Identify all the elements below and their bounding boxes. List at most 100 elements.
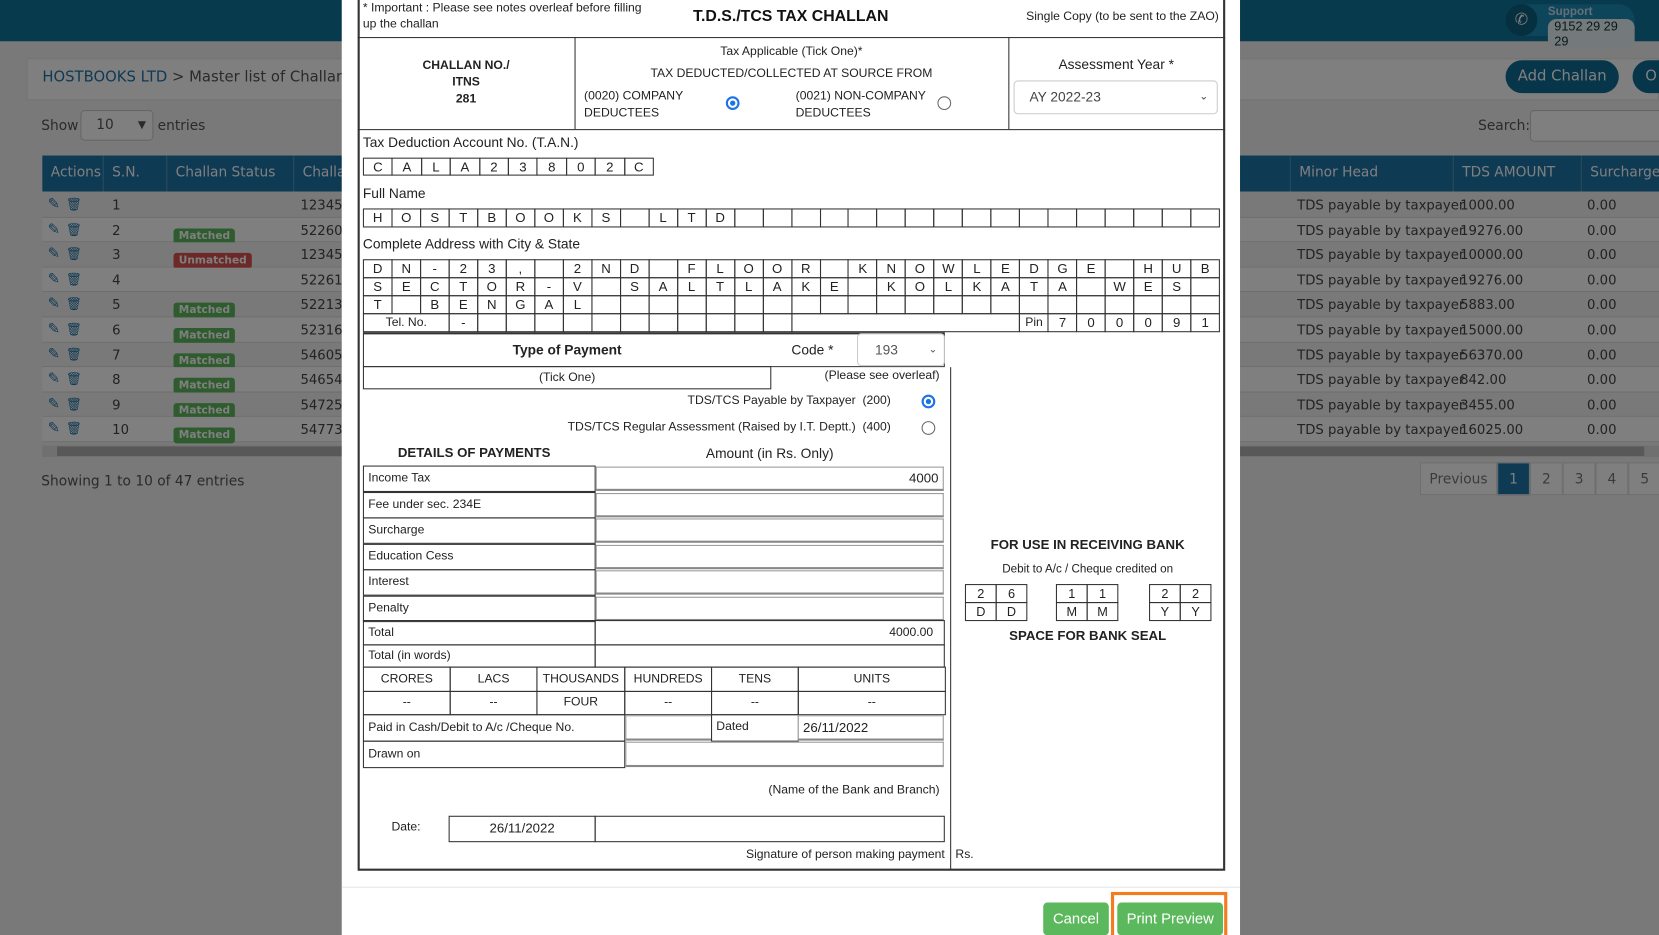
address-char-box[interactable]: [790, 295, 821, 315]
address-char-box[interactable]: O: [762, 259, 792, 279]
name-char-box[interactable]: [876, 208, 907, 228]
tan-char-box[interactable]: 0: [565, 157, 596, 176]
address-char-box[interactable]: A: [990, 277, 1021, 297]
address-char-box[interactable]: N: [591, 259, 621, 279]
cheque-number-input[interactable]: [625, 715, 713, 741]
address-char-box[interactable]: [819, 295, 850, 315]
name-char-box[interactable]: [762, 208, 792, 228]
drawn-on-input[interactable]: [625, 741, 944, 768]
tan-char-box[interactable]: C: [623, 157, 654, 176]
name-char-box[interactable]: [1076, 208, 1106, 228]
tel-box[interactable]: [648, 313, 678, 333]
name-char-box[interactable]: [619, 208, 650, 228]
tel-box[interactable]: [733, 313, 764, 333]
address-char-box[interactable]: E: [1133, 277, 1163, 297]
detail-amount-input[interactable]: [595, 596, 944, 621]
name-char-box[interactable]: L: [648, 208, 678, 228]
tan-char-box[interactable]: 8: [536, 157, 567, 176]
pin-box[interactable]: 7: [1047, 313, 1078, 333]
name-char-box[interactable]: [933, 208, 964, 228]
address-char-box[interactable]: L: [962, 259, 992, 279]
tan-char-box[interactable]: 2: [594, 157, 625, 176]
address-char-box[interactable]: S: [362, 277, 393, 297]
address-char-box[interactable]: K: [790, 277, 821, 297]
address-char-box[interactable]: N: [391, 259, 422, 279]
address-char-box[interactable]: E: [448, 295, 479, 315]
address-char-box[interactable]: 3: [477, 259, 507, 279]
address-char-box[interactable]: K: [876, 277, 907, 297]
address-char-box[interactable]: E: [819, 277, 850, 297]
address-char-box[interactable]: 2: [448, 259, 479, 279]
address-char-box[interactable]: -: [534, 277, 564, 297]
address-char-box[interactable]: D: [619, 259, 650, 279]
name-char-box[interactable]: [1047, 208, 1078, 228]
address-char-box[interactable]: [1190, 277, 1221, 297]
address-char-box[interactable]: [1190, 295, 1221, 315]
address-char-box[interactable]: W: [1104, 277, 1135, 297]
address-char-box[interactable]: [1047, 295, 1078, 315]
tel-box[interactable]: [705, 313, 735, 333]
tel-box[interactable]: [619, 313, 650, 333]
name-char-box[interactable]: T: [676, 208, 707, 228]
address-char-box[interactable]: L: [676, 277, 707, 297]
tan-char-box[interactable]: C: [362, 157, 393, 176]
address-char-box[interactable]: N: [477, 295, 507, 315]
dated-input[interactable]: 26/11/2022: [797, 715, 944, 741]
detail-amount-input[interactable]: 4000: [595, 466, 944, 491]
signature-box[interactable]: [594, 815, 945, 843]
address-char-box[interactable]: [1076, 295, 1106, 315]
address-char-box[interactable]: A: [1047, 277, 1078, 297]
name-char-box[interactable]: S: [419, 208, 450, 228]
name-char-box[interactable]: [1019, 208, 1049, 228]
name-char-box[interactable]: T: [448, 208, 479, 228]
address-char-box[interactable]: G: [1047, 259, 1078, 279]
address-char-box[interactable]: [933, 295, 964, 315]
address-char-box[interactable]: A: [762, 277, 792, 297]
address-char-box[interactable]: R: [790, 259, 821, 279]
date-value[interactable]: 26/11/2022: [448, 815, 596, 843]
tel-box[interactable]: -: [448, 313, 479, 333]
non-company-deductees-radio[interactable]: [937, 96, 952, 111]
detail-amount-input[interactable]: [595, 544, 944, 569]
address-char-box[interactable]: L: [933, 277, 964, 297]
address-char-box[interactable]: [534, 259, 564, 279]
address-char-box[interactable]: [762, 295, 792, 315]
name-char-box[interactable]: [848, 208, 878, 228]
pin-box[interactable]: 0: [1076, 313, 1106, 333]
assessment-year-select[interactable]: AY 2022-23 ⌄: [1013, 80, 1218, 115]
address-char-box[interactable]: [676, 295, 707, 315]
address-char-box[interactable]: [733, 295, 764, 315]
address-char-box[interactable]: [962, 295, 992, 315]
name-char-box[interactable]: [1161, 208, 1192, 228]
address-char-box[interactable]: [1019, 295, 1049, 315]
address-char-box[interactable]: O: [905, 277, 935, 297]
address-char-box[interactable]: O: [733, 259, 764, 279]
name-char-box[interactable]: B: [477, 208, 507, 228]
address-char-box[interactable]: N: [876, 259, 907, 279]
address-char-box[interactable]: D: [362, 259, 393, 279]
name-char-box[interactable]: O: [534, 208, 564, 228]
address-char-box[interactable]: 2: [562, 259, 593, 279]
address-char-box[interactable]: [648, 259, 678, 279]
pin-box[interactable]: 9: [1161, 313, 1192, 333]
address-char-box[interactable]: L: [562, 295, 593, 315]
address-char-box[interactable]: C: [419, 277, 450, 297]
tel-box[interactable]: [477, 313, 507, 333]
address-char-box[interactable]: S: [619, 277, 650, 297]
address-char-box[interactable]: K: [848, 259, 878, 279]
detail-amount-input[interactable]: [595, 518, 944, 543]
tan-char-box[interactable]: 2: [478, 157, 509, 176]
address-char-box[interactable]: [1104, 295, 1135, 315]
address-char-box[interactable]: [648, 295, 678, 315]
address-char-box[interactable]: B: [419, 295, 450, 315]
cancel-button[interactable]: Cancel: [1043, 902, 1109, 935]
address-char-box[interactable]: [1161, 295, 1192, 315]
address-char-box[interactable]: [819, 259, 850, 279]
print-preview-button[interactable]: Print Preview: [1117, 902, 1224, 935]
address-char-box[interactable]: [391, 295, 422, 315]
tel-box[interactable]: [676, 313, 707, 333]
address-char-box[interactable]: [619, 295, 650, 315]
name-char-box[interactable]: [819, 208, 850, 228]
address-char-box[interactable]: O: [905, 259, 935, 279]
address-char-box[interactable]: K: [962, 277, 992, 297]
